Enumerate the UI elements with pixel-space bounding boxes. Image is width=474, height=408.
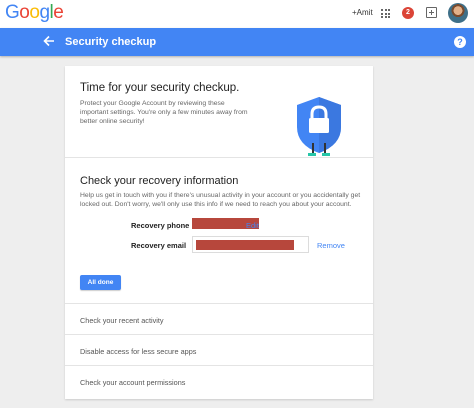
link-recent-activity[interactable]: Check your recent activity: [65, 304, 373, 335]
recovery-email-value-redacted: [196, 240, 294, 250]
recovery-email-label: Recovery email: [131, 241, 187, 250]
page-title: Security checkup: [65, 36, 157, 48]
edit-phone-link[interactable]: Edit: [246, 221, 259, 230]
intro-section: Time for your security checkup. Protect …: [65, 66, 373, 158]
checkup-card: Time for your security checkup. Protect …: [65, 66, 373, 399]
link-label: Check your recent activity: [80, 316, 164, 325]
app-bar: Security checkup ?: [0, 28, 474, 56]
link-account-permissions[interactable]: Check your account permissions: [65, 366, 373, 397]
intro-title: Time for your security checkup.: [80, 82, 240, 94]
recovery-email-field[interactable]: [192, 236, 309, 253]
avatar[interactable]: [448, 3, 468, 23]
shield-lock-icon: [289, 83, 349, 158]
link-less-secure-apps[interactable]: Disable access for less secure apps: [65, 335, 373, 366]
recovery-title: Check your recovery information: [80, 175, 239, 187]
google-bar: Google +Amit 2: [0, 0, 474, 28]
back-arrow-icon[interactable]: [42, 34, 56, 48]
user-profile-link[interactable]: +Amit: [352, 8, 373, 17]
intro-description: Protect your Google Account by reviewing…: [80, 100, 248, 125]
link-label: Disable access for less secure apps: [80, 347, 197, 356]
google-logo[interactable]: Google: [5, 2, 64, 24]
help-icon[interactable]: ?: [454, 36, 466, 48]
link-label: Check your account permissions: [80, 378, 186, 387]
share-plus-icon[interactable]: [426, 7, 437, 18]
apps-grid-icon[interactable]: [381, 9, 390, 18]
recovery-phone-label: Recovery phone: [131, 221, 190, 230]
notifications-badge[interactable]: 2: [402, 7, 414, 19]
recovery-description: Help us get in touch with you if there's…: [80, 192, 361, 208]
remove-email-link[interactable]: Remove: [317, 241, 345, 250]
all-done-button[interactable]: All done: [80, 275, 121, 290]
